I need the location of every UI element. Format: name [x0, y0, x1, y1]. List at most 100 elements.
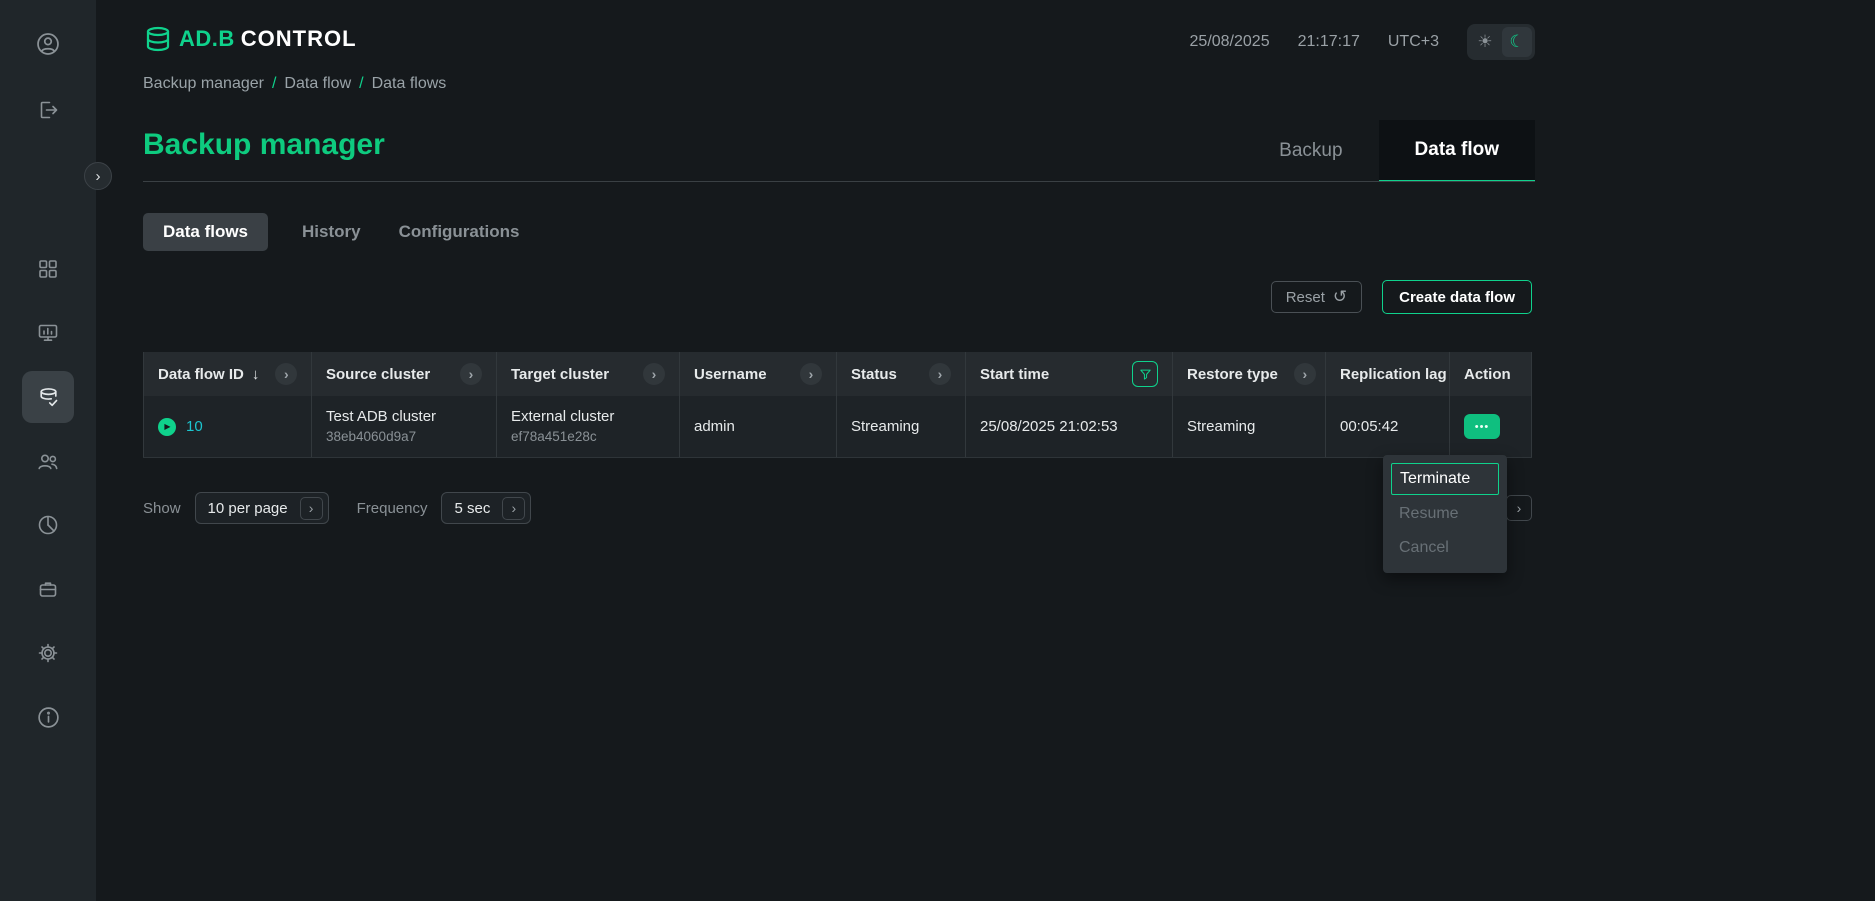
tab-data-flow-label: Data flow [1415, 139, 1499, 161]
frequency-select[interactable]: 5 sec › [441, 492, 531, 524]
theme-toggle: ☀ ☾ [1467, 24, 1535, 60]
source-cluster-id: 38eb4060d9a7 [326, 427, 436, 447]
profile-icon[interactable] [22, 18, 74, 70]
reset-button-label: Reset [1286, 289, 1325, 306]
subtab-configurations[interactable]: Configurations [395, 213, 524, 251]
breadcrumb-item[interactable]: Data flows [372, 75, 447, 93]
cell-data-flow-id: ▶ 10 [143, 396, 312, 457]
page-title: Backup manager [143, 128, 385, 162]
users-icon [36, 449, 60, 473]
dark-theme-button[interactable]: ☾ [1502, 27, 1532, 57]
breadcrumb-separator: / [359, 75, 363, 93]
tab-backup-label: Backup [1279, 140, 1342, 162]
ellipsis-icon: ••• [1475, 421, 1490, 433]
dashboard-grid-icon [36, 257, 60, 281]
top-tabs: Backup Data flow [1243, 120, 1535, 182]
sidebar-item-dashboard[interactable] [22, 243, 74, 295]
sidebar-item-services[interactable] [22, 563, 74, 615]
sidebar-item-settings[interactable] [22, 627, 74, 679]
column-header-action: Action [1450, 352, 1532, 396]
column-menu-chevron-icon[interactable]: › [460, 363, 482, 385]
frequency-group: Frequency 5 sec › [357, 492, 532, 524]
target-cluster-name: External cluster [511, 407, 614, 427]
column-header-restore-type: Restore type › [1173, 352, 1326, 396]
create-data-flow-label: Create data flow [1399, 289, 1515, 306]
header-right: 25/08/2025 21:17:17 UTC+3 ☀ ☾ [1190, 24, 1535, 60]
sidebar-item-users[interactable] [22, 435, 74, 487]
sort-desc-icon[interactable]: ↓ [252, 366, 260, 383]
column-menu-chevron-icon[interactable]: › [929, 363, 951, 385]
reset-icon: ↺ [1333, 287, 1347, 307]
column-header-username: Username › [680, 352, 837, 396]
target-cluster-id: ef78a451e28c [511, 427, 614, 447]
database-check-icon [36, 385, 61, 410]
start-time-filter-button[interactable] [1132, 361, 1158, 387]
subtab-data-flows[interactable]: Data flows [143, 213, 268, 251]
subtab-history[interactable]: History [298, 213, 365, 251]
menu-item-resume[interactable]: Resume [1383, 497, 1507, 531]
breadcrumb-item[interactable]: Backup manager [143, 75, 264, 93]
chevron-down-icon: › [502, 497, 525, 520]
settings-gear-icon [36, 641, 60, 665]
reset-button[interactable]: Reset ↺ [1271, 281, 1362, 313]
sidebar-item-info[interactable] [22, 691, 74, 743]
monitor-chart-icon [36, 321, 60, 345]
column-menu-chevron-icon[interactable]: › [275, 363, 297, 385]
table-header-row: Data flow ID ↓ › Source cluster › Target… [143, 352, 1532, 396]
app-root: › AD.B CONTROL 25/08/2025 21:17:17 UTC+3… [0, 0, 1875, 901]
pie-chart-icon [36, 513, 60, 537]
cell-restore-type: Streaming [1173, 396, 1326, 457]
timezone: UTC+3 [1388, 33, 1439, 51]
logout-icon [36, 98, 60, 122]
data-flows-table: Data flow ID ↓ › Source cluster › Target… [143, 352, 1532, 458]
logo-text-secondary: CONTROL [241, 26, 357, 52]
play-button[interactable]: ▶ [158, 418, 176, 436]
column-header-target-cluster: Target cluster › [497, 352, 680, 396]
moon-icon: ☾ [1509, 32, 1524, 52]
table-footer: Show 10 per page › Frequency 5 sec › › [143, 492, 1532, 524]
create-data-flow-button[interactable]: Create data flow [1382, 280, 1532, 314]
breadcrumb-item[interactable]: Data flow [284, 75, 351, 93]
cell-action: ••• [1450, 396, 1532, 457]
sidebar-nav [22, 243, 74, 743]
source-cluster-name: Test ADB cluster [326, 407, 436, 427]
data-flow-id-link[interactable]: 10 [186, 418, 203, 435]
tab-backup[interactable]: Backup [1243, 120, 1378, 182]
chevron-right-icon: › [1517, 500, 1522, 516]
column-header-data-flow-id: Data flow ID ↓ › [143, 352, 312, 396]
table-row: ▶ 10 Test ADB cluster 38eb4060d9a7 Exter… [143, 396, 1532, 458]
logo-text-primary: AD.B [179, 26, 235, 52]
cell-status: Streaming [837, 396, 966, 457]
row-actions-menu: Terminate Resume Cancel [1383, 455, 1507, 573]
current-time: 21:17:17 [1298, 33, 1360, 51]
table-toolbar: Reset ↺ Create data flow [1271, 280, 1532, 314]
title-divider [143, 181, 1535, 182]
show-label: Show [143, 500, 181, 517]
sidebar-expand-button[interactable]: › [84, 162, 112, 190]
frequency-value: 5 sec [454, 500, 490, 517]
tab-data-flow[interactable]: Data flow [1379, 120, 1535, 182]
row-actions-button[interactable]: ••• [1464, 414, 1500, 439]
current-date: 25/08/2025 [1190, 33, 1270, 51]
play-icon: ▶ [164, 422, 170, 431]
logout-button[interactable] [22, 84, 74, 136]
per-page-value: 10 per page [208, 500, 288, 517]
sub-tabs: Data flows History Configurations [143, 213, 524, 251]
column-menu-chevron-icon[interactable]: › [800, 363, 822, 385]
sidebar-item-monitoring[interactable] [22, 307, 74, 359]
pagination-next-button[interactable]: › [1506, 495, 1532, 521]
chevron-right-icon: › [96, 168, 101, 185]
status-value: Streaming [851, 418, 919, 435]
column-menu-chevron-icon[interactable]: › [643, 363, 665, 385]
logo-database-icon [143, 24, 173, 54]
app-logo: AD.B CONTROL [143, 24, 357, 54]
sidebar-item-reports[interactable] [22, 499, 74, 551]
column-menu-chevron-icon[interactable]: › [1294, 363, 1316, 385]
menu-item-cancel[interactable]: Cancel [1383, 531, 1507, 565]
sidebar-item-backup[interactable] [22, 371, 74, 423]
per-page-select[interactable]: 10 per page › [195, 492, 329, 524]
menu-item-terminate[interactable]: Terminate [1391, 463, 1499, 495]
chevron-down-icon: › [300, 497, 323, 520]
light-theme-button[interactable]: ☀ [1470, 27, 1500, 57]
cell-start-time: 25/08/2025 21:02:53 [966, 396, 1173, 457]
